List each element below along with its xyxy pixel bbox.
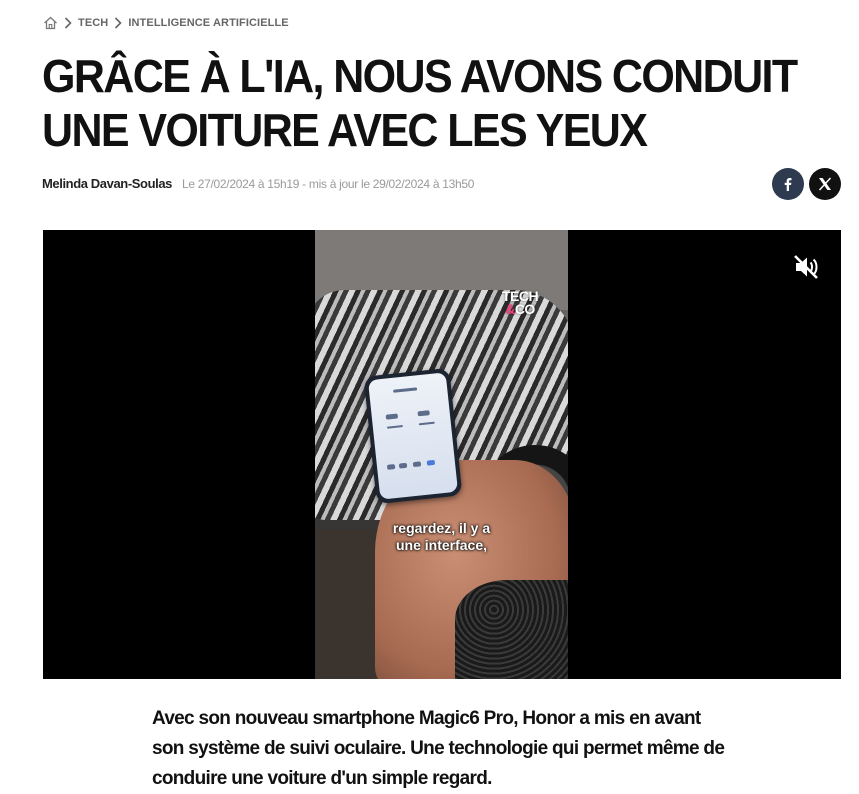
muted-speaker-icon xyxy=(794,255,818,279)
subtitle-line-1: regardez, il y a xyxy=(392,520,491,536)
unmute-button[interactable] xyxy=(791,252,821,282)
breadcrumb-item-tech[interactable]: TECH xyxy=(78,17,108,29)
breadcrumb-item-ia[interactable]: INTELLIGENCE ARTIFICIELLE xyxy=(128,17,288,29)
brand-line-2: CO xyxy=(514,301,536,317)
breadcrumb: TECH INTELLIGENCE ARTIFICIELLE xyxy=(43,14,289,32)
x-share-button[interactable] xyxy=(809,168,841,200)
chevron-right-icon xyxy=(114,17,122,29)
article-meta: Melinda Davan-Soulas Le 27/02/2024 à 15h… xyxy=(42,176,474,191)
smartphone xyxy=(363,367,463,505)
chevron-right-icon xyxy=(64,17,72,29)
facebook-icon xyxy=(784,178,792,191)
home-icon[interactable] xyxy=(43,16,58,30)
brand-ampersand: & xyxy=(505,301,515,317)
tech-and-co-logo: TECH &CO xyxy=(495,289,545,317)
x-icon xyxy=(818,177,832,191)
video-frame: TECH &CO regardez, il y a une interface, xyxy=(315,230,568,679)
author-name[interactable]: Melinda Davan-Soulas xyxy=(42,176,172,191)
subtitle-line-2: une interface, xyxy=(395,537,488,553)
article-lede: Avec son nouveau smartphone Magic6 Pro, … xyxy=(152,708,725,789)
facebook-share-button[interactable] xyxy=(772,168,804,200)
publish-dates: Le 27/02/2024 à 15h19 - mis à jour le 29… xyxy=(181,177,475,191)
article-title: GRÂCE À L'IA, NOUS AVONS CONDUIT UNE VOI… xyxy=(42,51,798,157)
video-subtitle: regardez, il y a une interface, xyxy=(335,520,548,554)
video-player[interactable]: TECH &CO regardez, il y a une interface, xyxy=(43,230,841,679)
